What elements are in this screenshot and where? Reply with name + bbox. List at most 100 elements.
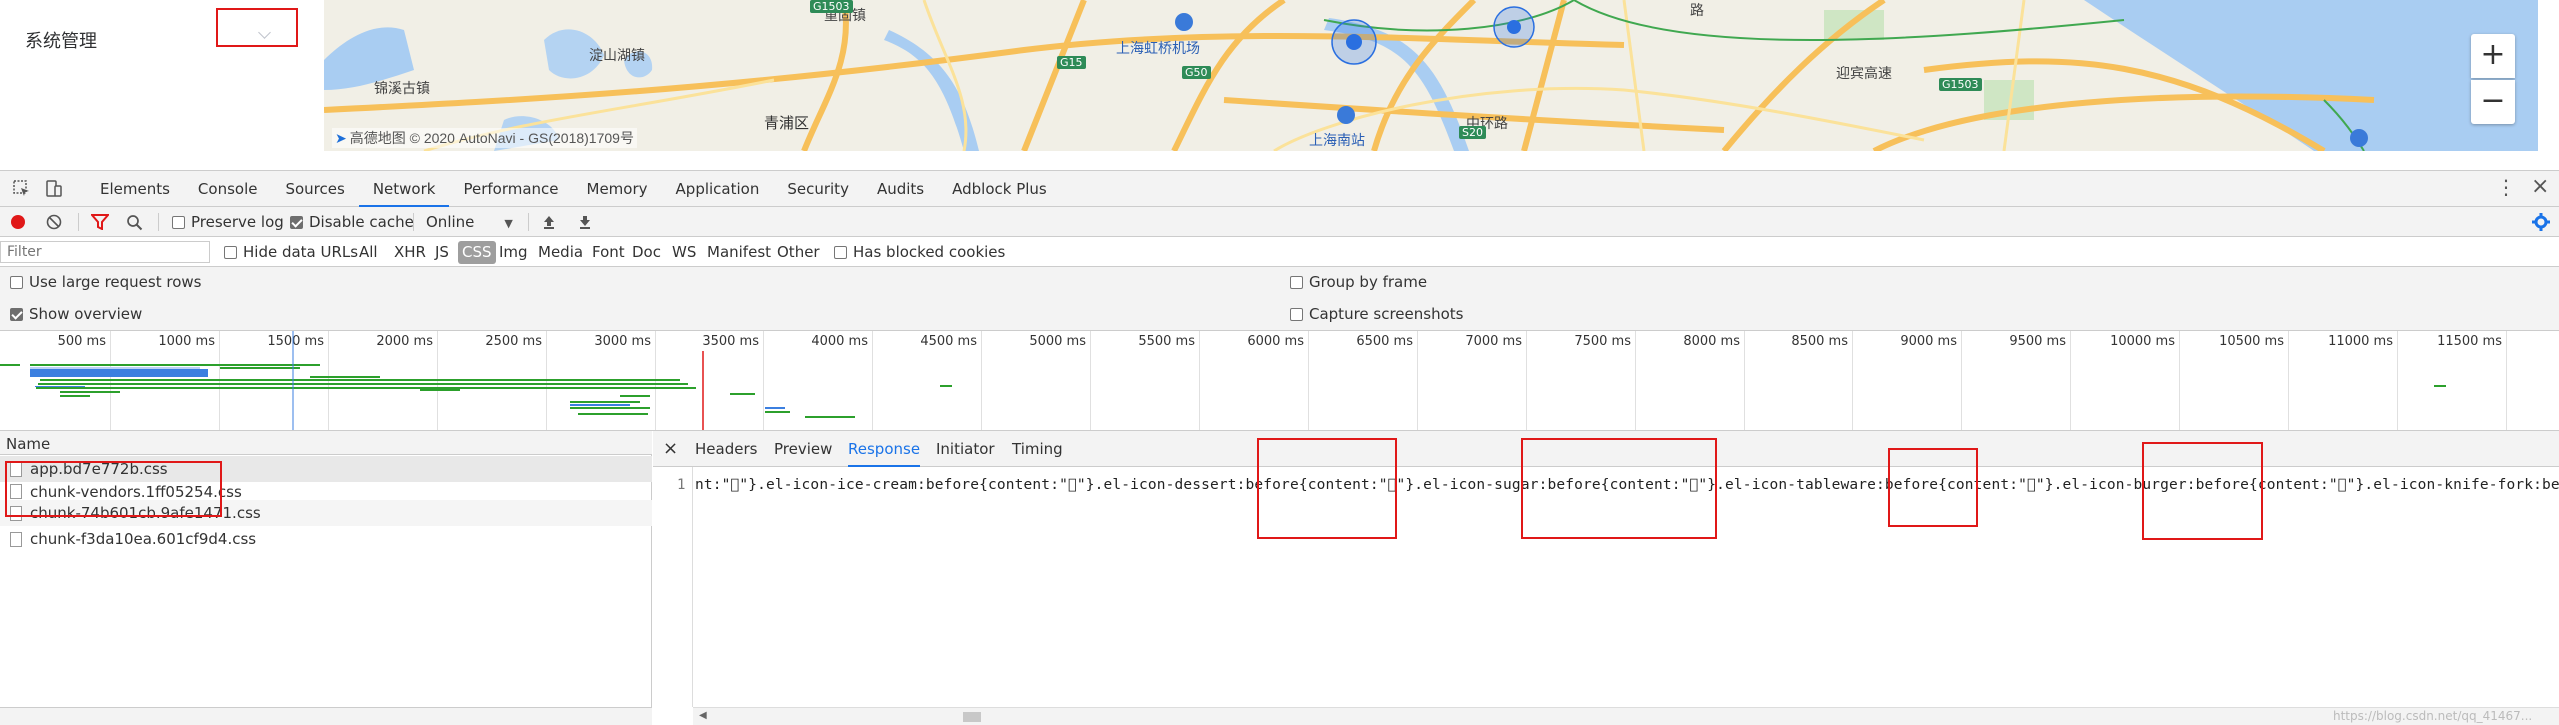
tab-adblock-plus[interactable]: Adblock Plus	[938, 171, 1061, 207]
road-shield: G15	[1057, 56, 1086, 69]
file-icon	[10, 532, 22, 547]
watermark-text: https://blog.csdn.net/qq_41467...	[2333, 709, 2533, 723]
devtools-tabs: Elements Console Sources Network Perform…	[86, 171, 1061, 207]
has-blocked-cookies-checkbox[interactable]: Has blocked cookies	[834, 237, 1005, 267]
zoom-in-button[interactable]: +	[2471, 34, 2515, 78]
filter-bar: Hide data URLs All XHR JS CSS Img Media …	[0, 238, 2559, 267]
tab-initiator[interactable]: Initiator	[936, 431, 995, 467]
zoom-out-button[interactable]: −	[2471, 80, 2515, 124]
scroll-left-icon[interactable]: ◀	[699, 710, 707, 721]
road-shield: G50	[1182, 66, 1211, 79]
road-shield: G1503	[1939, 78, 1982, 91]
group-by-frame-checkbox[interactable]: Group by frame	[1290, 273, 1427, 291]
large-rows-checkbox[interactable]: Use large request rows	[10, 273, 201, 291]
filter-type-all[interactable]: All	[355, 241, 382, 264]
name-column-header[interactable]: Name	[0, 431, 652, 455]
close-devtools-icon[interactable]: ×	[2531, 174, 2549, 199]
hide-data-urls-checkbox[interactable]: Hide data URLs	[224, 237, 358, 267]
more-options-icon[interactable]: ⋮	[2496, 175, 2516, 199]
tab-network[interactable]: Network	[358, 171, 450, 207]
filter-type-xhr[interactable]: XHR	[390, 241, 430, 264]
map-label-qingpu: 青浦区	[764, 114, 810, 132]
filter-type-other[interactable]: Other	[773, 241, 824, 264]
tab-elements[interactable]: Elements	[86, 171, 184, 207]
tab-preview[interactable]: Preview	[774, 431, 832, 467]
throttling-select[interactable]: Online ▼	[426, 207, 513, 237]
filter-type-font[interactable]: Font	[588, 241, 629, 264]
overview-bars	[0, 331, 2446, 430]
tab-performance[interactable]: Performance	[449, 171, 572, 207]
app-area: 系统管理 锦溪古镇 淀山湖镇 重固镇 青浦区 上海虹桥机场 上海南站 中环路 迎…	[0, 0, 2559, 170]
devtools-tabbar: Elements Console Sources Network Perform…	[0, 171, 2559, 207]
map-label-hongqiao: 上海虹桥机场	[1116, 41, 1200, 57]
search-icon[interactable]	[126, 214, 143, 231]
tab-console[interactable]: Console	[184, 171, 272, 207]
dropdown-arrow-icon: ▼	[504, 217, 513, 230]
amap-logo-icon: ➤	[335, 130, 347, 146]
filter-type-doc[interactable]: Doc	[628, 241, 665, 264]
checkbox-checked-icon	[290, 216, 303, 229]
checkbox-checked-icon	[10, 308, 23, 321]
scrollbar-thumb[interactable]	[963, 712, 981, 722]
disable-cache-checkbox[interactable]: Disable cache	[290, 207, 414, 237]
network-settings-pane: Use large request rows Group by frame Sh…	[0, 267, 2559, 331]
request-row[interactable]: chunk-f3da10ea.601cf9d4.css	[0, 526, 652, 552]
tab-security[interactable]: Security	[773, 171, 863, 207]
clear-icon[interactable]	[46, 214, 62, 230]
road-shield: G1503	[810, 0, 853, 13]
map-label-jinxi: 锦溪古镇	[374, 81, 430, 97]
network-overview-timeline[interactable]: 500 ms 1000 ms 1500 ms 2000 ms 2500 ms 3000 m…	[0, 331, 2559, 431]
map-label-lu: 路	[1690, 3, 1704, 19]
tab-audits[interactable]: Audits	[863, 171, 938, 207]
checkbox-icon	[224, 246, 237, 259]
filter-type-manifest[interactable]: Manifest	[703, 241, 775, 264]
road-shield: S20	[1459, 126, 1486, 139]
system-management-label: 系统管理	[25, 31, 97, 51]
filter-type-media[interactable]: Media	[534, 241, 587, 264]
line-number: 1	[677, 477, 686, 493]
filter-type-img[interactable]: Img	[495, 241, 532, 264]
capture-screenshots-checkbox[interactable]: Capture screenshots	[1290, 305, 1463, 323]
filter-input[interactable]	[0, 241, 210, 263]
filter-type-ws[interactable]: WS	[668, 241, 700, 264]
preserve-log-checkbox[interactable]: Preserve log	[172, 207, 284, 237]
tab-sources[interactable]: Sources	[271, 171, 358, 207]
highlight-box	[5, 461, 222, 517]
checkbox-icon	[834, 246, 847, 259]
show-overview-checkbox[interactable]: Show overview	[10, 305, 142, 323]
map-roads	[324, 0, 2538, 151]
inspect-element-icon[interactable]	[12, 179, 32, 199]
checkbox-icon	[172, 216, 185, 229]
network-settings-gear-icon[interactable]	[2532, 213, 2550, 231]
highlight-box	[1888, 448, 1978, 527]
checkbox-icon	[1290, 308, 1303, 321]
filter-icon[interactable]	[91, 214, 109, 230]
highlight-box	[1521, 438, 1717, 539]
horizontal-scrollbar[interactable]: ◀	[693, 707, 2559, 725]
network-toolbar: Preserve log Disable cache Online ▼	[0, 207, 2559, 237]
request-list-footer	[0, 707, 652, 725]
filter-type-css[interactable]: CSS	[458, 241, 496, 264]
filter-type-js[interactable]: JS	[431, 241, 453, 264]
tab-response[interactable]: Response	[848, 431, 921, 467]
dropdown-toggle[interactable]	[216, 8, 298, 47]
map-label-dianshan: 淀山湖镇	[589, 48, 645, 64]
map-attribution: ➤ 高德地图 © 2020 AutoNavi - GS(2018)1709号	[332, 128, 637, 148]
highlight-box	[1257, 438, 1397, 539]
close-detail-icon[interactable]: ×	[663, 438, 678, 459]
tab-headers[interactable]: Headers	[695, 431, 757, 467]
map-label-yingbin: 迎宾高速	[1836, 66, 1892, 82]
record-icon[interactable]	[10, 214, 26, 230]
tab-memory[interactable]: Memory	[573, 171, 662, 207]
highlight-box	[2142, 442, 2263, 540]
checkbox-icon	[1290, 276, 1303, 289]
tab-application[interactable]: Application	[662, 171, 774, 207]
import-har-icon[interactable]	[541, 214, 557, 230]
map-view[interactable]: 锦溪古镇 淀山湖镇 重固镇 青浦区 上海虹桥机场 上海南站 中环路 迎宾高速 路…	[324, 0, 2538, 151]
chevron-down-icon	[258, 26, 271, 39]
device-toolbar-icon[interactable]	[44, 179, 64, 199]
export-har-icon[interactable]	[577, 214, 593, 230]
map-label-south-station: 上海南站	[1309, 133, 1365, 149]
tab-timing[interactable]: Timing	[1012, 431, 1063, 467]
checkbox-icon	[10, 276, 23, 289]
